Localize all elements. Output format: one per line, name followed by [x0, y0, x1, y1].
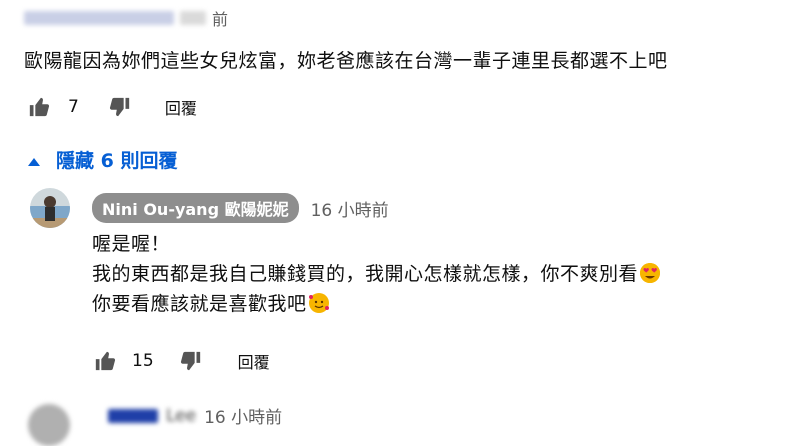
reply-time[interactable]: 16 小時前	[311, 196, 389, 221]
hide-replies-toggle[interactable]: 隱藏 6 則回覆	[28, 146, 177, 173]
smiling-hearts-emoji-icon	[308, 293, 329, 313]
thumbs-down-icon	[180, 350, 202, 372]
comment-time-suffix: 前	[212, 10, 229, 29]
reply-button[interactable]: 回覆	[165, 95, 197, 119]
comment-meta: 前	[24, 6, 228, 30]
next-reply-author: Lee	[166, 405, 197, 426]
redacted-time	[180, 11, 206, 25]
reply-reply-button[interactable]: 回覆	[238, 349, 270, 373]
next-reply-header: Lee 16 小時前	[108, 403, 282, 428]
avatar[interactable]	[30, 188, 70, 228]
thumbs-up-icon	[94, 350, 116, 372]
reply-like-count: 15	[132, 351, 154, 371]
reply-body: 喔是喔！ 我的東西都是我自己賺錢買的，我開心怎樣就怎樣，你不爽別看 你要看應該就…	[92, 229, 661, 319]
redacted-username	[24, 11, 174, 25]
thumbs-down-icon	[109, 96, 131, 118]
reply-like-button[interactable]	[94, 350, 116, 372]
redacted-username	[108, 408, 158, 423]
caret-up-icon	[28, 149, 40, 171]
reply-header: Nini Ou-yang 歐陽妮妮 16 小時前	[92, 193, 389, 223]
like-count: 7	[68, 97, 79, 117]
reply-line-3: 你要看應該就是喜歡我吧	[92, 289, 660, 319]
reply-dislike-button[interactable]	[180, 350, 202, 372]
heart-eyes-emoji-icon	[640, 263, 661, 283]
like-button[interactable]	[28, 96, 50, 118]
thumbs-up-icon	[28, 96, 50, 118]
dislike-button[interactable]	[109, 96, 131, 118]
comment-text: 歐陽龍因為妳們這些女兒炫富，妳老爸應該在台灣一輩子連里長都選不上吧	[24, 50, 668, 72]
avatar[interactable]	[28, 404, 70, 446]
reply-line-1: 喔是喔！	[92, 233, 171, 255]
comment-actions: 7 回覆	[28, 95, 197, 119]
reply-actions: 15 回覆	[94, 349, 270, 373]
hide-replies-label: 隱藏 6 則回覆	[56, 150, 178, 172]
author-chip[interactable]: Nini Ou-yang 歐陽妮妮	[92, 193, 299, 223]
reply-line-2: 我的東西都是我自己賺錢買的，我開心怎樣就怎樣，你不爽別看	[92, 259, 661, 289]
next-reply-time[interactable]: 16 小時前	[204, 403, 282, 428]
